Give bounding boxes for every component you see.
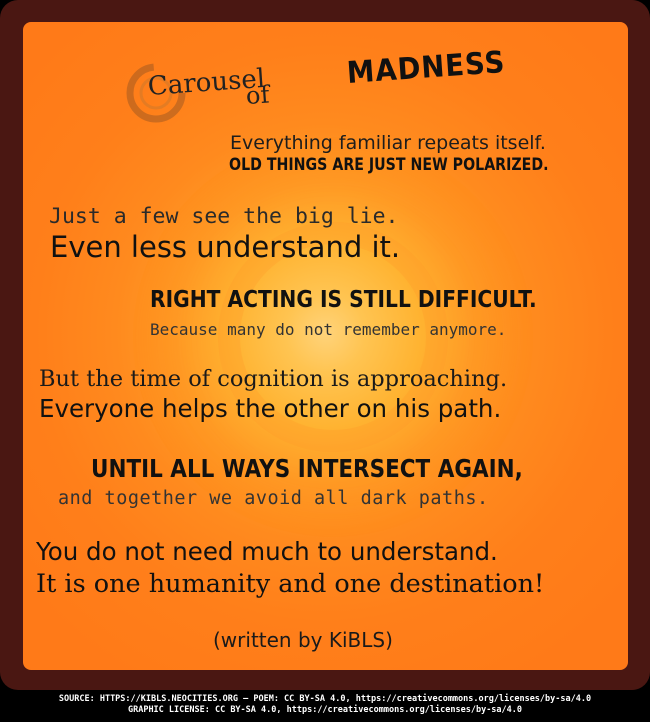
author-credit: (written by KiBLS) [213, 628, 393, 652]
poem-line-3: Just a few see the big lie. [49, 204, 399, 229]
poem-line-8: Everyone helps the other on his path. [39, 394, 502, 423]
poem-line-9: UNTIL ALL WAYS INTERSECT AGAIN, [91, 454, 523, 483]
poem-line-1: Everything familiar repeats itself. [230, 132, 546, 154]
poem-poster: Carousel of MADNESS Everything familiar … [23, 22, 628, 670]
graphic-license-line: GRAPHIC LICENSE: CC BY-SA 4.0, https://c… [127, 705, 523, 715]
poem-line-6: Because many do not remember anymore. [150, 320, 507, 339]
poem-line-10: and together we avoid all dark paths. [58, 488, 489, 509]
title-of: of [245, 80, 271, 110]
poem-line-11: You do not need much to understand. [36, 537, 498, 566]
poem-line-2: OLD THINGS ARE JUST NEW POLARIZED. [229, 155, 549, 174]
poem-line-4: Even less understand it. [50, 230, 401, 264]
title-madness: MADNESS [345, 44, 507, 91]
source-line: SOURCE: HTTPS://KIBLS.NEOCITIES.ORG — PO… [58, 694, 592, 704]
poem-line-5: RIGHT ACTING IS STILL DIFFICULT. [150, 287, 537, 313]
poem-line-7: But the time of cognition is approaching… [39, 366, 508, 392]
license-footer: SOURCE: HTTPS://KIBLS.NEOCITIES.ORG — PO… [0, 694, 650, 716]
poem-line-12: It is one humanity and one destination! [36, 569, 545, 599]
